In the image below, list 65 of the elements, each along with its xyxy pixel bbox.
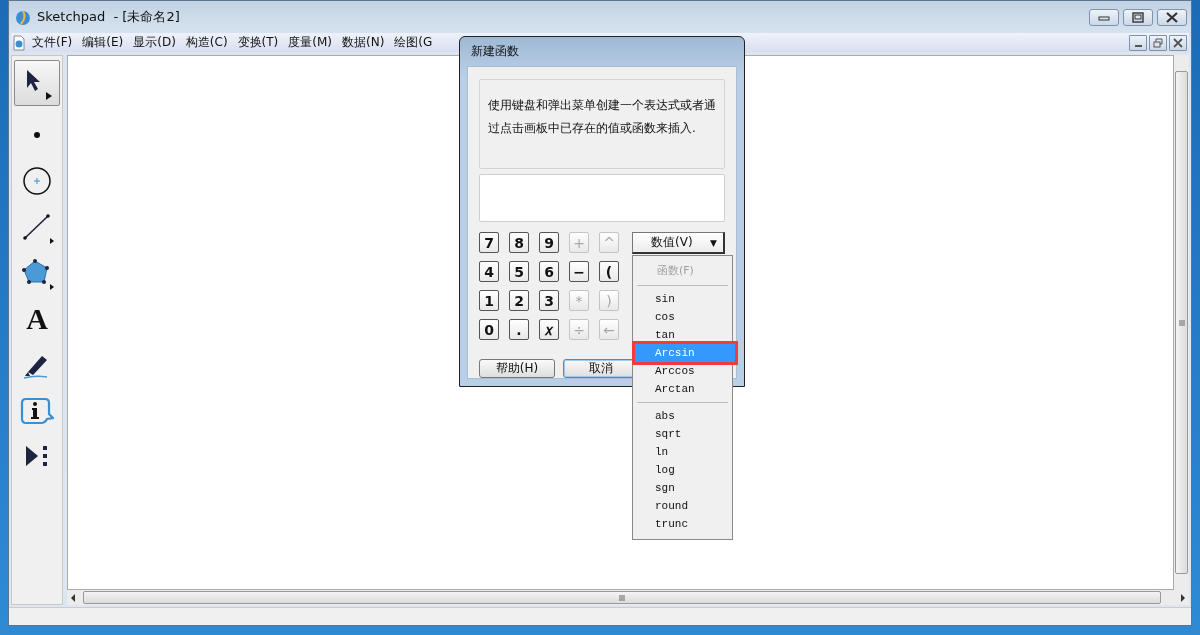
vertical-scrollbar[interactable] <box>1174 55 1189 590</box>
tool-button[interactable] <box>14 60 60 106</box>
scroll-thumb[interactable] <box>83 591 1161 604</box>
menu-item[interactable]: tan <box>635 326 730 344</box>
menu-item[interactable]: 变换(T) <box>232 34 284 51</box>
close-icon <box>1164 10 1180 24</box>
document-icon <box>11 34 27 51</box>
keypad-key[interactable]: 4 <box>479 261 499 282</box>
close-icon <box>1172 36 1184 49</box>
menu-item[interactable]: 文件(F) <box>27 34 78 51</box>
keypad-key[interactable]: 9 <box>539 232 559 253</box>
menu-header: 函数(F) <box>656 262 695 279</box>
circle-icon <box>20 164 54 198</box>
menu-item[interactable]: round <box>635 497 730 515</box>
values-dropdown[interactable]: 数值(V) ▼ <box>632 232 725 254</box>
pentagon-icon <box>20 256 54 290</box>
dot-icon <box>34 132 40 138</box>
keypad-key[interactable]: 7 <box>479 232 499 253</box>
menu-item[interactable]: 显示(D) <box>128 34 181 51</box>
menu-item[interactable]: trunc <box>635 515 730 533</box>
expression-field[interactable] <box>479 174 725 222</box>
menu-item[interactable]: 数据(N) <box>337 34 390 51</box>
dialog-title: 新建函数 <box>471 43 519 60</box>
menu-item[interactable]: cos <box>635 308 730 326</box>
keypad-key[interactable]: 0 <box>479 319 499 340</box>
menu-item[interactable]: log <box>635 461 730 479</box>
instruction-text: 使用键盘和弹出菜单创建一个表达式或者通过点击画板中已存在的值或函数来插入. <box>479 79 725 169</box>
menu-item[interactable]: abs <box>635 407 730 425</box>
menu-item[interactable]: 度量(M) <box>283 34 337 51</box>
keypad-key[interactable]: 5 <box>509 261 529 282</box>
app-icon <box>15 8 31 26</box>
menu-item[interactable]: Arctan <box>635 380 730 398</box>
horizontal-scrollbar[interactable] <box>67 590 1189 605</box>
restore-button[interactable] <box>1149 34 1167 51</box>
close-button[interactable] <box>1157 8 1187 26</box>
keypad-key[interactable]: 6 <box>539 261 559 282</box>
keypad-key[interactable]: 3 <box>539 290 559 311</box>
keypad-key[interactable]: . <box>509 319 529 340</box>
close-button[interactable] <box>1169 34 1187 51</box>
minimize-icon <box>1134 45 1142 47</box>
menu-item[interactable]: sin <box>635 290 730 308</box>
keypad-key[interactable]: 1 <box>479 290 499 311</box>
menu-item[interactable]: 绘图(G <box>389 34 438 51</box>
tool-button[interactable]: A <box>14 302 60 336</box>
keypad-key[interactable]: 𝑥 <box>539 319 559 340</box>
keypad-key[interactable]: 8 <box>509 232 529 253</box>
grip-icon <box>1177 319 1186 326</box>
dropdown-arrow-icon: ▼ <box>710 237 717 248</box>
menu-item[interactable]: sqrt <box>635 425 730 443</box>
minimize-button[interactable] <box>1089 8 1119 26</box>
keypad-key[interactable]: − <box>569 261 589 282</box>
maximize-button[interactable] <box>1123 8 1153 26</box>
menu-item[interactable]: ln <box>635 443 730 461</box>
keypad-key[interactable]: ( <box>599 261 619 282</box>
minimize-button[interactable] <box>1129 34 1147 51</box>
menu-item[interactable]: 编辑(E) <box>77 34 129 51</box>
keypad-key[interactable]: 2 <box>509 290 529 311</box>
menu-item[interactable]: 构造(C) <box>180 34 233 51</box>
restore-icon <box>1152 36 1164 49</box>
window-title: Sketchpad - [未命名2] <box>37 8 181 26</box>
scroll-thumb[interactable] <box>1175 71 1188 574</box>
dialog-button[interactable]: 帮助(H) <box>479 359 555 378</box>
grip-icon <box>619 593 625 602</box>
maximize-icon <box>1130 10 1146 24</box>
menu-item[interactable]: sgn <box>635 479 730 497</box>
